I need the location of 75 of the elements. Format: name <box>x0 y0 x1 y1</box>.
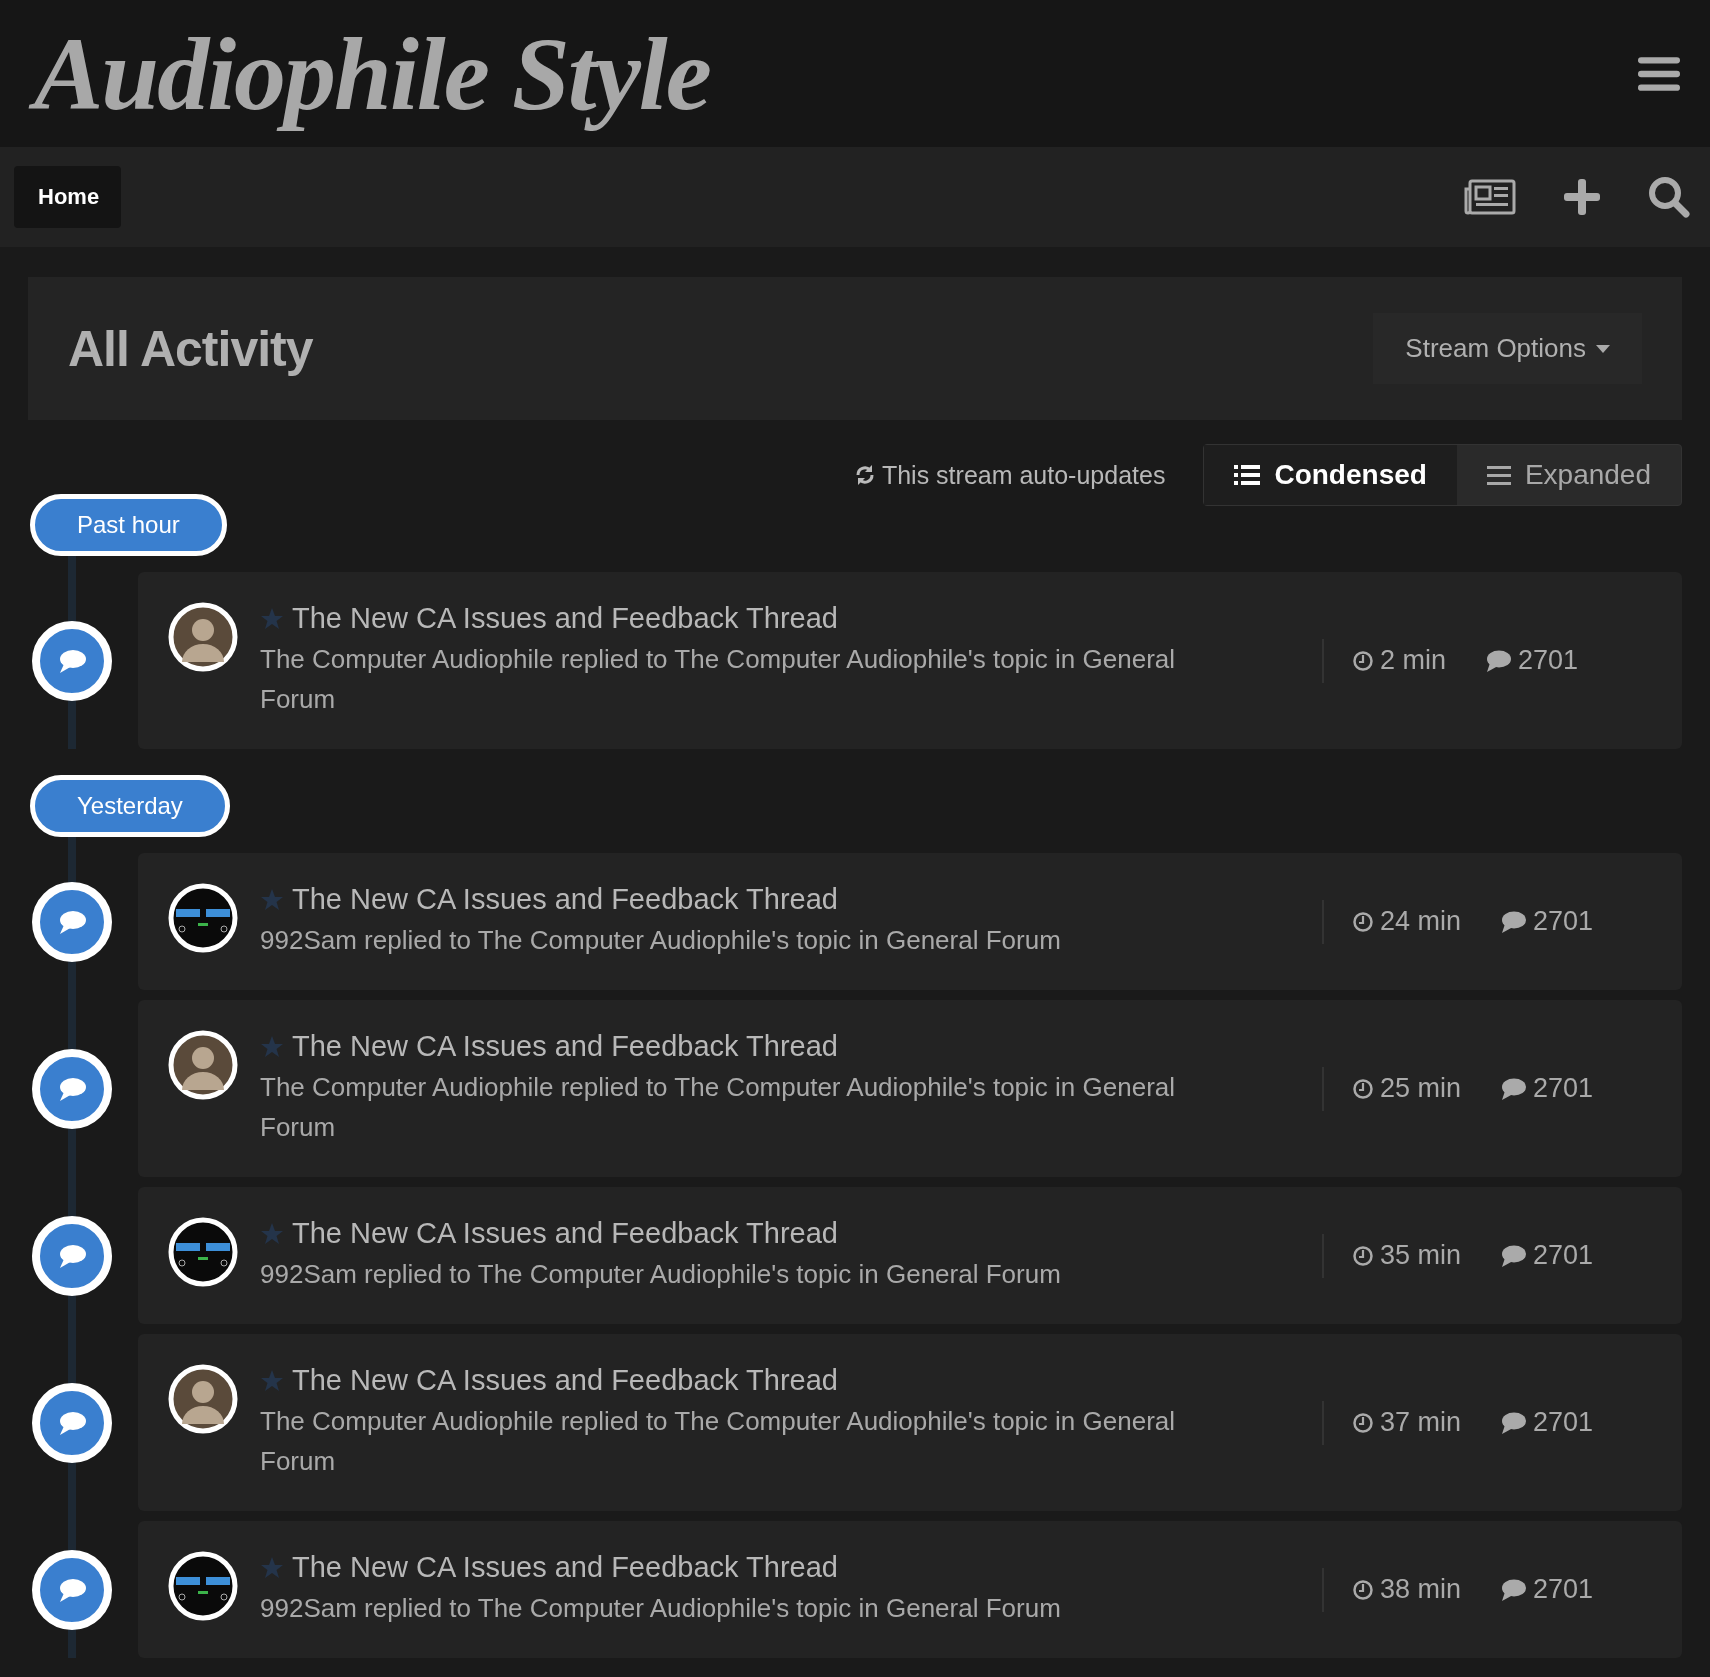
comment-icon <box>1499 909 1528 934</box>
activity-summary: 992Sam replied to The Computer Audiophile's topic in General Forum <box>260 1592 1062 1625</box>
speech-bubble-icon <box>32 881 112 962</box>
time-ago: 2 min <box>1380 645 1447 676</box>
stream-options-button[interactable]: Stream Options <box>1373 313 1642 384</box>
amplifier-avatar-icon <box>168 1217 238 1287</box>
home-breadcrumb[interactable]: Home <box>14 166 122 228</box>
topic-link[interactable]: The New CA Issues and Feedback Thread <box>292 883 838 916</box>
star-icon[interactable] <box>260 887 284 912</box>
view-mode-tab[interactable]: Condensed <box>1204 445 1457 505</box>
topic-link[interactable]: The New CA Issues and Feedback Thread <box>292 1217 838 1250</box>
page-title: All Activity <box>68 319 313 378</box>
clock-icon <box>1352 1244 1374 1267</box>
reply-count: 2701 <box>1533 1073 1594 1104</box>
star-icon[interactable] <box>260 1555 284 1580</box>
comment-icon <box>1484 648 1513 673</box>
activity-card[interactable]: The New CA Issues and Feedback Thread 992Sam replied to The Computer Audiophile's topic in General Forum 24 min 2701 <box>138 853 1682 990</box>
caret-icon <box>1596 344 1610 353</box>
list-icon <box>1234 464 1261 486</box>
activity-summary: The Computer Audiophile replied to The Computer Audiophile's topic in General Forum <box>260 1071 1177 1144</box>
newspaper-icon[interactable] <box>1464 179 1516 215</box>
avatar-icon <box>168 602 238 672</box>
search-icon[interactable] <box>1648 176 1690 218</box>
reply-count: 2701 <box>1533 1407 1594 1438</box>
clock-icon <box>1352 649 1374 672</box>
time-ago: 24 min <box>1380 906 1462 937</box>
topic-link[interactable]: The New CA Issues and Feedback Thread <box>292 1364 838 1397</box>
activity-summary: The Computer Audiophile replied to The Computer Audiophile's topic in General Forum <box>260 1405 1177 1478</box>
comment-icon <box>1499 1076 1528 1101</box>
reply-count: 2701 <box>1533 906 1594 937</box>
avatar-icon <box>168 1030 238 1100</box>
comment-icon <box>1499 1577 1528 1602</box>
activity-card[interactable]: The New CA Issues and Feedback Thread 992Sam replied to The Computer Audiophile's topic in General Forum 35 min 2701 <box>138 1187 1682 1324</box>
clock-icon <box>1352 1578 1374 1601</box>
star-icon[interactable] <box>260 1221 284 1246</box>
speech-bubble-icon <box>32 1048 112 1129</box>
time-ago: 37 min <box>1380 1407 1462 1438</box>
speech-bubble-icon <box>32 1215 112 1296</box>
avatar-icon <box>168 1364 238 1434</box>
view-mode-tab[interactable]: Expanded <box>1456 445 1681 505</box>
activity-summary: The Computer Audiophile replied to The Computer Audiophile's topic in General Forum <box>260 643 1177 716</box>
activity-summary: 992Sam replied to The Computer Audiophile's topic in General Forum <box>260 924 1062 957</box>
lines-icon <box>1486 465 1511 485</box>
reply-count: 2701 <box>1518 645 1579 676</box>
reply-count: 2701 <box>1533 1574 1594 1605</box>
clock-icon <box>1352 1411 1374 1434</box>
plus-icon[interactable] <box>1564 179 1600 215</box>
amplifier-avatar-icon <box>168 883 238 953</box>
activity-card[interactable]: The New CA Issues and Feedback Thread The Computer Audiophile replied to The Computer Audiophile's topic in General Forum 37 min 2701 <box>138 1334 1682 1511</box>
star-icon[interactable] <box>260 1368 284 1393</box>
activity-card[interactable]: The New CA Issues and Feedback Thread 992Sam replied to The Computer Audiophile's topic in General Forum 38 min 2701 <box>138 1521 1682 1658</box>
auto-update-text: This stream auto-updates <box>881 460 1166 490</box>
time-period-label: Past hour <box>30 494 227 556</box>
star-icon[interactable] <box>260 1034 284 1059</box>
amplifier-avatar-icon <box>168 1551 238 1621</box>
time-period-label: Yesterday <box>30 775 230 837</box>
comment-icon <box>1499 1410 1528 1435</box>
time-ago: 35 min <box>1380 1240 1462 1271</box>
activity-summary: 992Sam replied to The Computer Audiophile's topic in General Forum <box>260 1258 1062 1291</box>
time-ago: 25 min <box>1380 1073 1462 1104</box>
topic-link[interactable]: The New CA Issues and Feedback Thread <box>292 1551 838 1584</box>
time-ago: 38 min <box>1380 1574 1462 1605</box>
reply-count: 2701 <box>1533 1240 1594 1271</box>
activity-card[interactable]: The New CA Issues and Feedback Thread The Computer Audiophile replied to The Computer Audiophile's topic in General Forum 2 min 2701 <box>138 572 1682 749</box>
speech-bubble-icon <box>32 1382 112 1463</box>
comment-icon <box>1499 1243 1528 1268</box>
star-icon[interactable] <box>260 606 284 631</box>
topic-link[interactable]: The New CA Issues and Feedback Thread <box>292 1030 838 1063</box>
speech-bubble-icon <box>32 620 112 701</box>
activity-card[interactable]: The New CA Issues and Feedback Thread The Computer Audiophile replied to The Computer Audiophile's topic in General Forum 25 min 2701 <box>138 1000 1682 1177</box>
menu-icon[interactable] <box>1638 54 1680 93</box>
speech-bubble-icon <box>32 1549 112 1630</box>
clock-icon <box>1352 910 1374 933</box>
topic-link[interactable]: The New CA Issues and Feedback Thread <box>292 602 838 635</box>
clock-icon <box>1352 1077 1374 1100</box>
